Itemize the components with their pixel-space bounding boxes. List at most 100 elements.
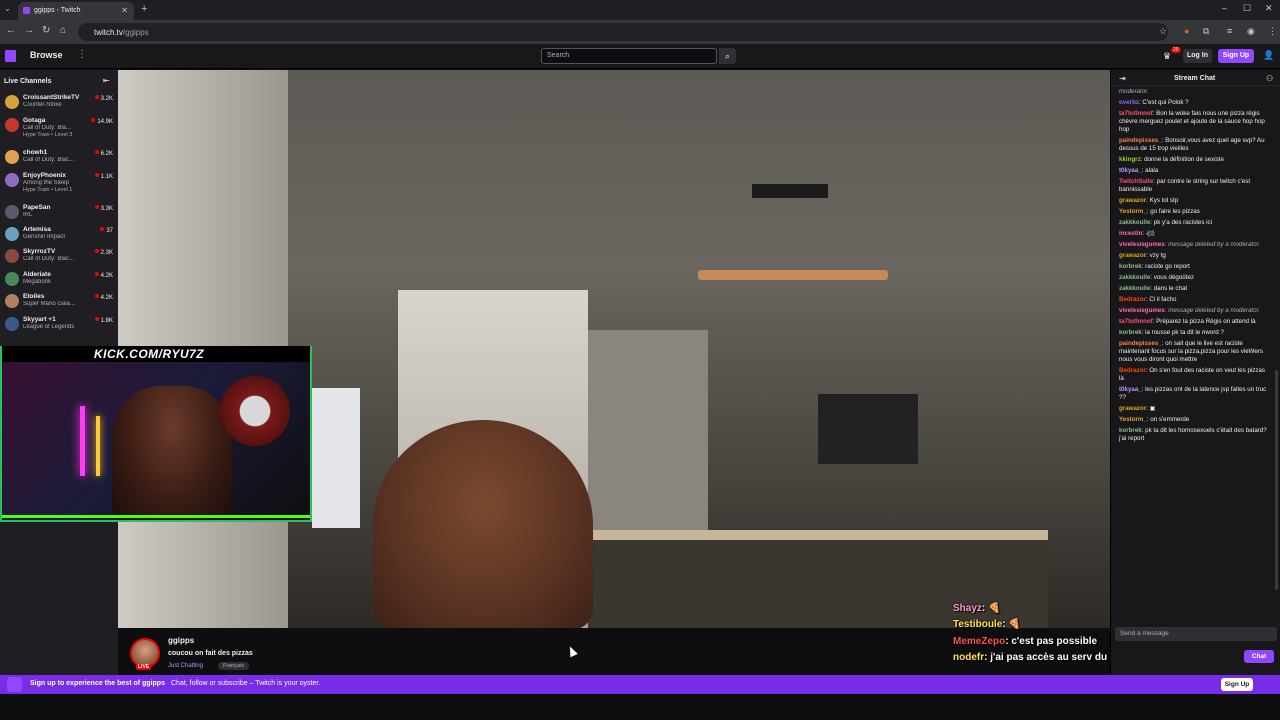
bookmark-star-icon[interactable]: ☆ [1159, 26, 1167, 37]
signup-promo-banner: Sign up to experience the best of ggipps… [0, 675, 1280, 694]
chat-message: korbrek: la rousse pk ta dit le nword ? [1119, 329, 1269, 337]
sidebar-channel[interactable]: PapeSan IRL 3.3K [0, 202, 118, 225]
channel-viewers: 2.3K [94, 249, 113, 256]
live-dot-icon [91, 118, 96, 122]
chat-username[interactable]: Bedrazor [1119, 367, 1146, 374]
chat-scrollbar[interactable] [1275, 370, 1278, 590]
back-icon[interactable]: ← [6, 25, 16, 36]
more-menu-icon[interactable]: ⋮ [77, 49, 87, 60]
login-button[interactable]: Log In [1183, 49, 1212, 63]
media-icon[interactable]: ≡ [1227, 26, 1232, 36]
sidebar-channel[interactable]: chowh1 Call of Duty: Blac... 6.2K [0, 147, 118, 170]
reload-icon[interactable]: ↻ [42, 25, 50, 36]
streamer-name[interactable]: ggipps [168, 636, 194, 645]
chat-username[interactable]: korbrek [1119, 263, 1142, 270]
chat-username[interactable]: ta7totlmnof [1119, 110, 1153, 117]
address-bar[interactable]: twitch.tv/ggipps [78, 23, 1168, 41]
chat-message-text: : pk y'a des racistes ici [1150, 219, 1213, 226]
profile-icon[interactable]: ◉ [1247, 26, 1255, 37]
sidebar-channel[interactable]: Gotaga Call of Duty: Bla... 14.9K Hype Trai… [0, 115, 118, 138]
chat-message: vivelesiegumes: message deleted by a mod… [1119, 241, 1269, 249]
channel-avatar [5, 150, 19, 164]
promo-signup-button[interactable]: Sign Up [1221, 678, 1253, 691]
browser-tab-strip: ⌄ ggipps - Twitch ✕ + – ☐ ✕ [0, 0, 1280, 20]
browser-tab[interactable]: ggipps - Twitch ✕ [18, 2, 134, 20]
chat-username[interactable]: paindepisses_ [1119, 137, 1162, 144]
collapse-chat-icon[interactable]: ⇥ [1119, 74, 1126, 83]
chat-username[interactable]: zakkkoulle [1119, 219, 1150, 226]
chat-username[interactable]: overbz [1119, 99, 1139, 106]
sidebar-channel[interactable]: SkyrrozTV Call of Duty: Blac... 2.3K [0, 246, 118, 269]
chat-message: zakkkoulle: vous dégoûtez [1119, 274, 1269, 282]
chat-username[interactable]: kkingrz [1119, 156, 1141, 163]
chat-username[interactable]: grawazor [1119, 405, 1146, 412]
sidebar-title: Live Channels [4, 78, 52, 85]
sidebar-channel[interactable]: CroissantStrikeTV Counter-Strike 3.2K [0, 92, 118, 115]
user-menu-icon[interactable]: 👤 [1263, 50, 1274, 61]
chat-username[interactable]: vivelesiegumes [1119, 241, 1165, 248]
overlay-chat-user: Testiboule [953, 619, 1003, 630]
twitch-logo-icon[interactable] [5, 50, 16, 62]
collapse-sidebar-icon[interactable]: ⇤ [103, 76, 110, 85]
extension-icon[interactable]: ● [1184, 26, 1189, 36]
close-window-icon[interactable]: ✕ [1265, 3, 1273, 14]
sidebar-channel[interactable]: Etoiles Super Mario Gala... 4.2K [0, 291, 118, 314]
live-dot-icon [94, 205, 99, 209]
chat-username[interactable]: zakkkoulle [1119, 285, 1150, 292]
chat-username[interactable]: ta7totlmnof [1119, 318, 1153, 325]
extensions-puzzle-icon[interactable]: ⧉ [1203, 26, 1209, 37]
chat-username[interactable]: Bedrazor [1119, 296, 1146, 303]
chat-username[interactable]: t0kyaa_ [1119, 167, 1142, 174]
home-icon[interactable]: ⌂ [60, 25, 66, 36]
chat-username[interactable]: korbrek [1119, 427, 1142, 434]
overlay-chat-line: Testiboule: 🍕 [953, 619, 1021, 630]
url-path: /ggipps [122, 28, 149, 37]
chat-message-text: : C'est qui Polok ? [1138, 99, 1189, 106]
chat-username[interactable]: korbrek [1119, 329, 1142, 336]
channel-game: IRL [23, 212, 33, 218]
chat-input[interactable]: Send a message [1115, 627, 1277, 641]
sidebar-channel[interactable]: Artemisa Genshin Impact 37 [0, 224, 118, 247]
chat-users-icon[interactable]: ⚇ [1266, 74, 1273, 83]
chat-message-text: : Cl il facho [1145, 296, 1177, 303]
chat-username[interactable]: TwitchSuite [1119, 178, 1153, 185]
search-icon[interactable]: ⌕ [719, 48, 736, 64]
signup-button[interactable]: Sign Up [1218, 49, 1254, 63]
minimize-icon[interactable]: – [1222, 3, 1227, 13]
sidebar-channel[interactable]: Skyyart +1 League of Legends 1.8K [0, 314, 118, 337]
neon-light [96, 416, 100, 476]
browser-menu-icon[interactable]: ⋮ [1268, 26, 1277, 37]
video-scene-screen [818, 394, 918, 464]
chat-username[interactable]: Yestorm_ [1119, 208, 1147, 215]
chat-username[interactable]: zakkkoulle [1119, 274, 1150, 281]
tab-close-icon[interactable]: ✕ [121, 6, 128, 15]
chat-header: ⇥ Stream Chat ⚇ [1111, 70, 1280, 86]
search-input[interactable]: Search [541, 48, 717, 64]
maximize-icon[interactable]: ☐ [1243, 3, 1251, 14]
notification-badge: 20 [1171, 47, 1181, 53]
chat-username[interactable]: incestin [1119, 230, 1142, 237]
stream-category-link[interactable]: Just Chatting [168, 663, 203, 669]
chat-username[interactable]: grawazor [1119, 197, 1146, 204]
tab-search-icon[interactable]: ⌄ [4, 4, 11, 13]
overlay-chat-user: MemeZepo [953, 636, 1006, 647]
chat-username[interactable]: grawazor [1119, 252, 1146, 259]
browse-link[interactable]: Browse [30, 50, 63, 60]
channel-viewers: 4.2K [94, 272, 113, 279]
live-dot-icon [94, 150, 99, 154]
channel-avatar [5, 205, 19, 219]
forward-icon[interactable]: → [24, 25, 34, 36]
chat-message: ta7totlmnof: Préparez la pizza Régis on … [1119, 318, 1269, 326]
language-tag[interactable]: Français [218, 662, 250, 670]
sidebar-channel[interactable]: EnjoyPhoenix Among the Sleep 1.1K Hype Trai… [0, 170, 118, 193]
prime-crown-icon[interactable]: ♛ [1163, 51, 1171, 62]
sidebar-channel[interactable]: Alderiate Megabonk 4.2K [0, 269, 118, 292]
chat-send-button[interactable]: Chat [1244, 650, 1274, 663]
chat-username[interactable]: vivelesiegumes [1119, 307, 1165, 314]
video-scene-lamp-mount [752, 184, 828, 198]
chat-username[interactable]: t0kyaa_ [1119, 386, 1142, 393]
new-tab-icon[interactable]: + [141, 3, 147, 15]
chat-username[interactable]: Yestorm_ [1119, 416, 1147, 423]
chat-message: t0kyaa_: les pizzas ont de la latence js… [1119, 386, 1269, 402]
chat-username[interactable]: paindepisses_ [1119, 340, 1162, 347]
